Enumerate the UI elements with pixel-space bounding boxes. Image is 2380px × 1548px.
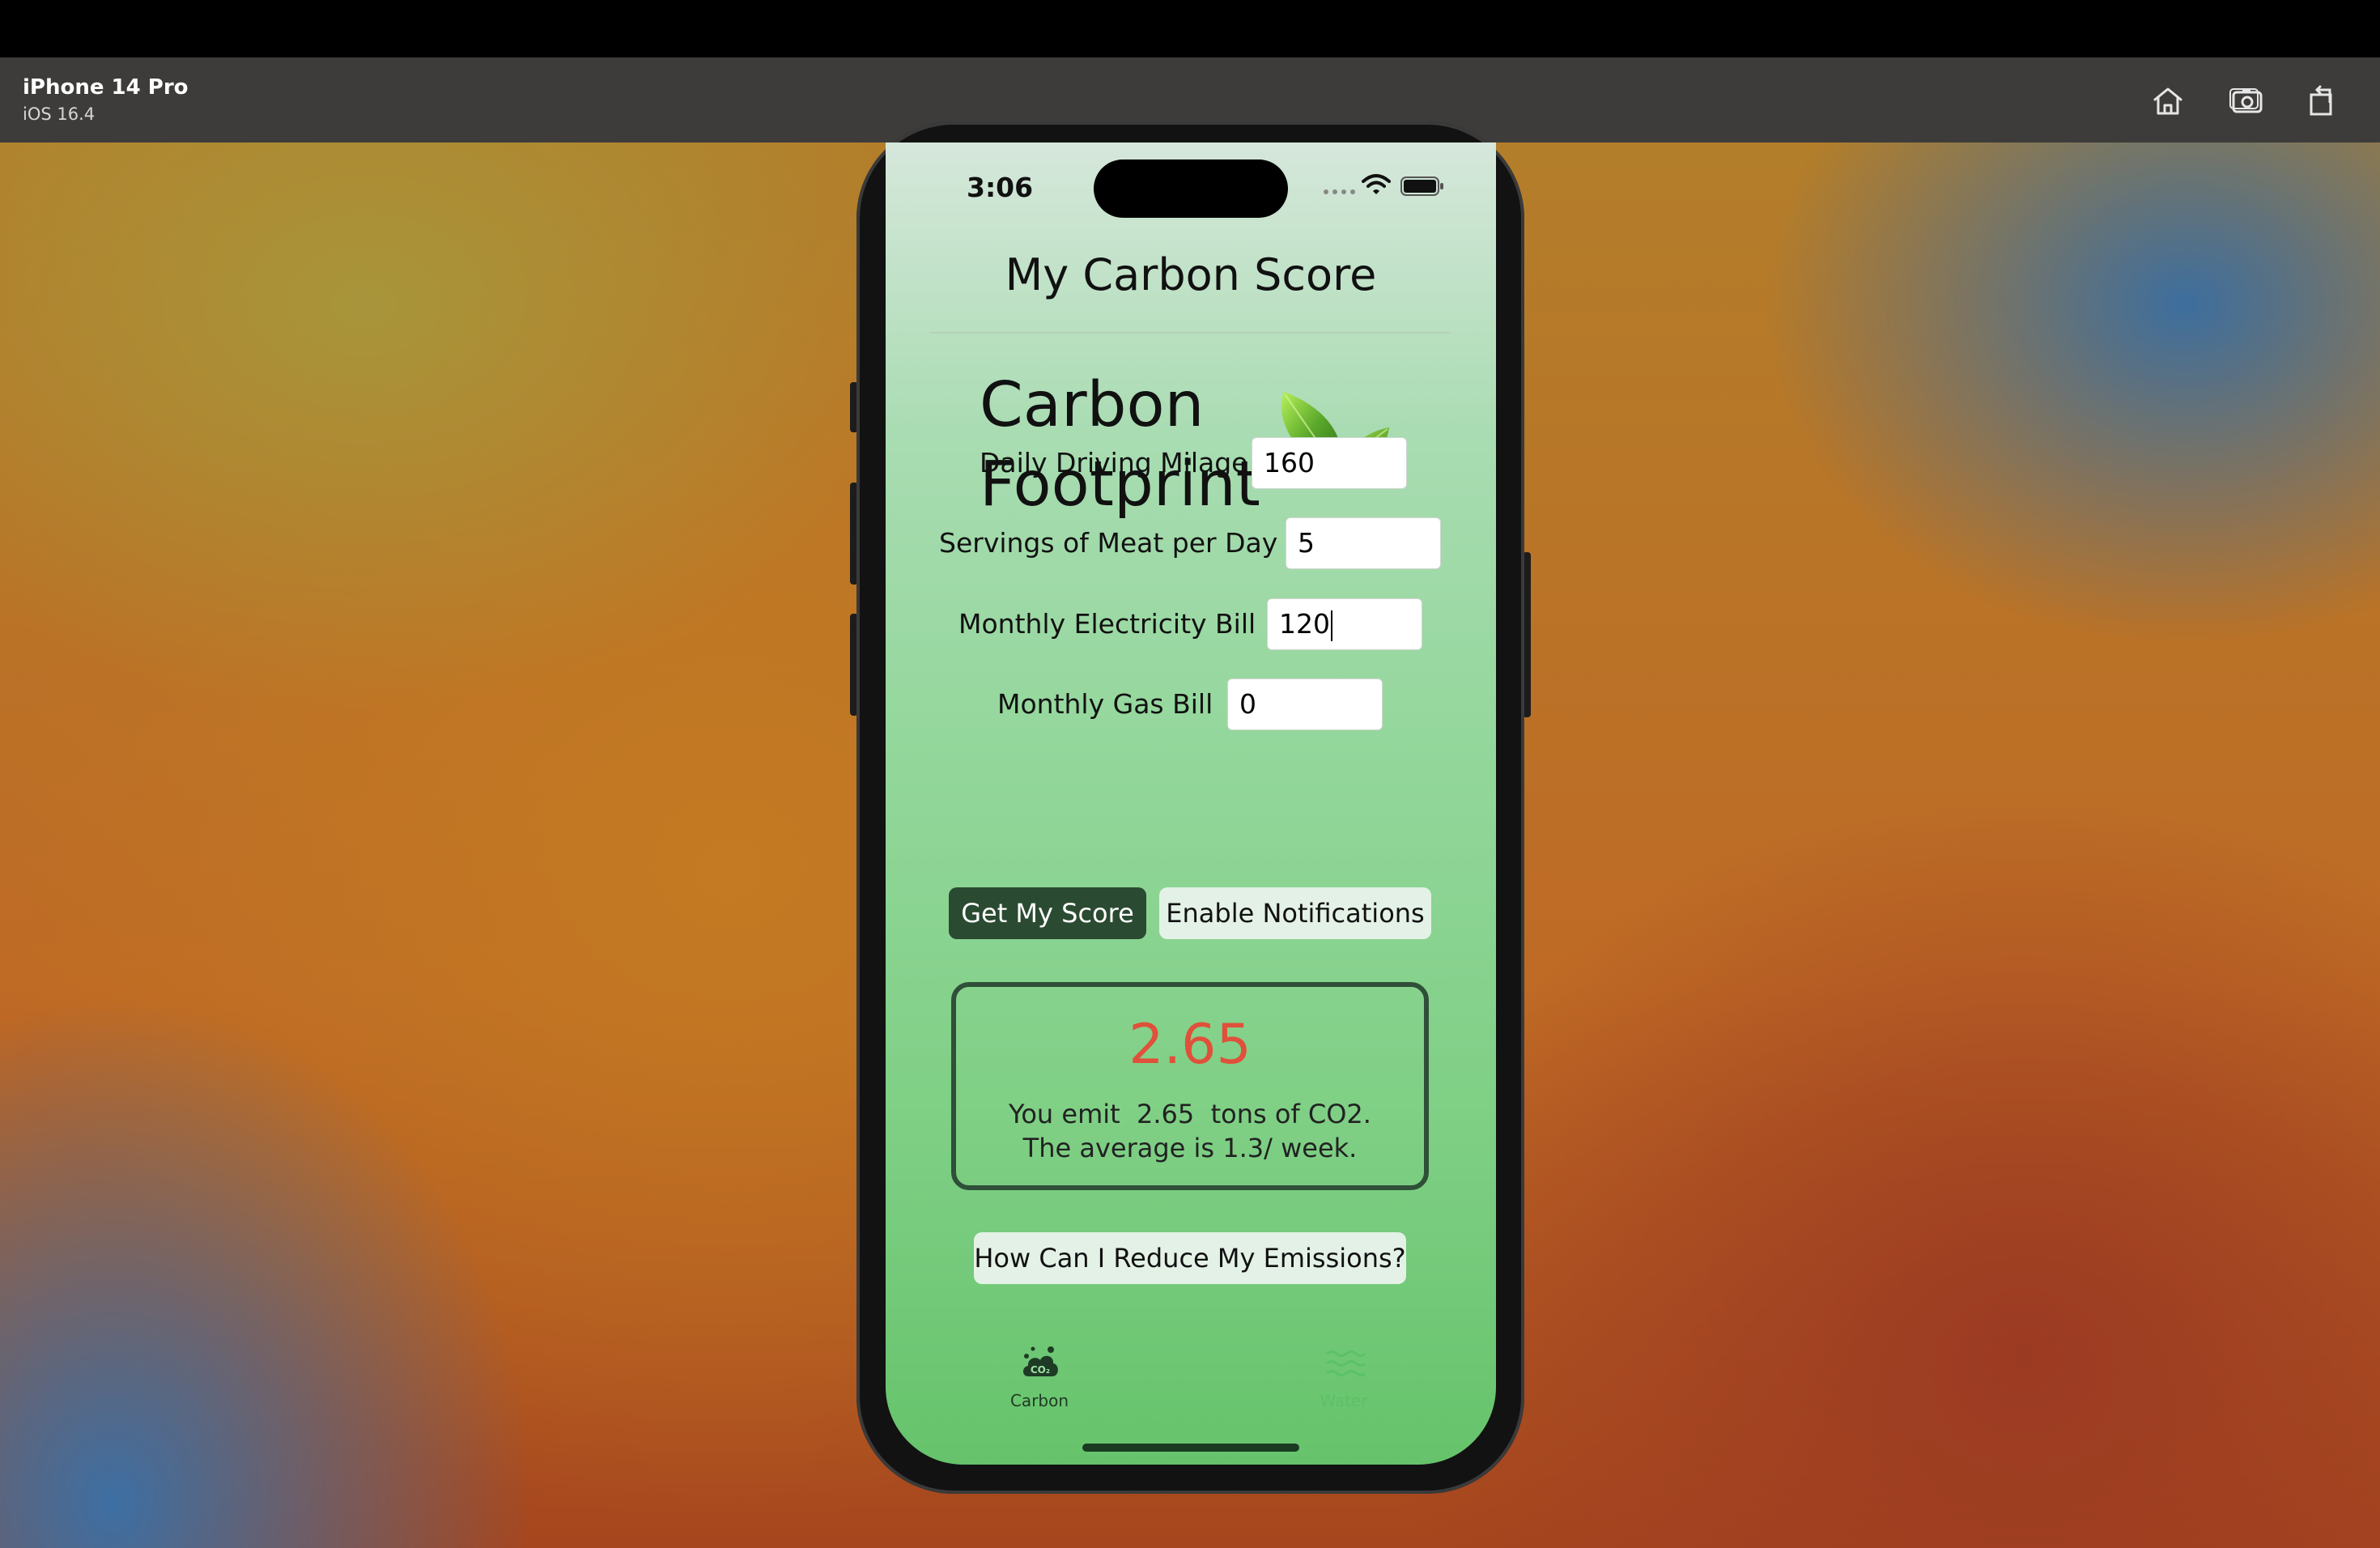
home-icon[interactable] <box>2147 80 2189 122</box>
gas-bill-input[interactable]: 0 <box>1227 678 1383 730</box>
co2-cloud-icon: CO₂ <box>1023 1346 1058 1376</box>
svg-text:CO₂: CO₂ <box>1031 1364 1050 1376</box>
dynamic-island <box>1094 159 1288 218</box>
rotate-icon[interactable] <box>2301 80 2343 122</box>
text-caret <box>1331 610 1332 641</box>
meat-servings-input[interactable]: 5 <box>1286 517 1441 569</box>
electricity-bill-input[interactable]: 120 <box>1267 598 1422 650</box>
score-description-line-2: The average is 1.3/ week. <box>1022 1133 1358 1163</box>
nav-title: My Carbon Score <box>1005 249 1377 300</box>
heading-line-1: Carbon <box>980 369 1205 441</box>
screenshot-icon[interactable] <box>2226 80 2268 122</box>
field-label-gas: Monthly Gas Bill <box>997 688 1213 720</box>
get-my-score-button[interactable]: Get My Score <box>949 887 1146 939</box>
electricity-bill-value: 120 <box>1279 608 1330 640</box>
home-indicator <box>1082 1444 1299 1452</box>
wifi-icon <box>1362 174 1391 194</box>
device-name: iPhone 14 Pro <box>23 75 189 100</box>
battery-icon <box>1400 176 1443 196</box>
field-label-electricity: Monthly Electricity Bill <box>958 608 1256 640</box>
tab-carbon-label: Carbon <box>1009 1391 1069 1410</box>
field-label-meat: Servings of Meat per Day <box>939 527 1278 559</box>
tab-carbon[interactable]: CO₂ Carbon <box>999 1344 1080 1417</box>
reduce-emissions-button[interactable]: How Can I Reduce My Emissions? <box>974 1232 1406 1284</box>
status-time: 3:06 <box>967 172 1034 203</box>
score-value: 2.65 <box>1128 1013 1252 1077</box>
score-result-box: 2.65 You emit 2.65 tons of CO2. The aver… <box>951 982 1429 1190</box>
tab-water-label: Water <box>1320 1391 1368 1410</box>
field-label-driving: Daily Driving Milage <box>980 447 1248 478</box>
score-description-line-1: You emit 2.65 tons of CO2. <box>1009 1099 1371 1129</box>
water-waves-icon <box>1326 1350 1365 1376</box>
os-version: iOS 16.4 <box>23 104 96 124</box>
tab-water[interactable]: Water <box>1303 1344 1384 1417</box>
app-screen: 3:06 My Carbon Score Carbon Footprint Da… <box>886 142 1496 1465</box>
nav-divider <box>931 332 1451 334</box>
enable-notifications-button[interactable]: Enable Notifications <box>1159 887 1431 939</box>
top-black-bar <box>0 0 2380 57</box>
driving-milage-input[interactable]: 160 <box>1252 437 1407 489</box>
cellular-signal-icon <box>1324 189 1355 194</box>
